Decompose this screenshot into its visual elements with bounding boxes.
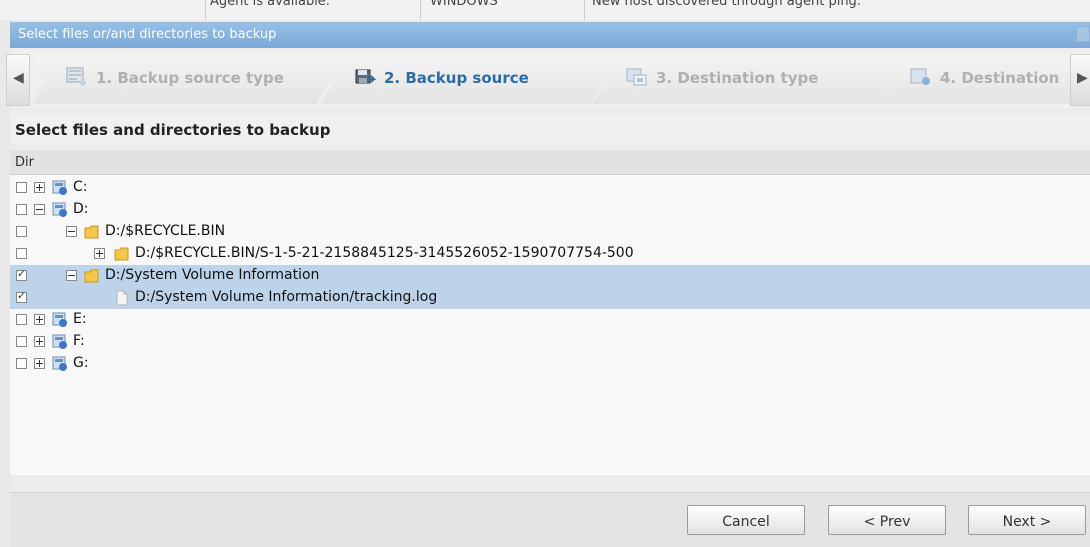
step-destination-type[interactable]: 3. Destination type: [592, 54, 892, 104]
folder-icon: [84, 269, 99, 283]
background-divider: [205, 0, 206, 20]
column-header-dir: Dir: [15, 155, 34, 170]
row-label: D:/System Volume Information: [105, 267, 320, 283]
cancel-button[interactable]: Cancel: [687, 505, 805, 535]
row-checkbox[interactable]: [16, 226, 27, 237]
prev-button[interactable]: < Prev: [828, 505, 946, 535]
backup-wizard-dialog: Select files or/and directories to backu…: [6, 22, 1090, 547]
tree-row-recycle-bin[interactable]: D:/$RECYCLE.BIN: [10, 221, 1090, 243]
folder-icon: [84, 225, 99, 239]
background-divider: [584, 0, 585, 20]
expand-icon[interactable]: [34, 314, 45, 325]
next-button[interactable]: Next >: [968, 505, 1086, 535]
step-label: 1. Backup source type: [96, 69, 284, 87]
row-label: G:: [73, 355, 89, 371]
step-label: 4. Destination: [940, 69, 1060, 87]
destination-icon: [910, 67, 932, 87]
dialog-footer: Cancel < Prev Next >: [10, 492, 1090, 547]
steps-scroll-right-button[interactable]: ▶: [1070, 54, 1090, 106]
row-checkbox[interactable]: [16, 248, 27, 259]
tree-row-g-drive[interactable]: G:: [10, 353, 1090, 375]
drive-icon: [52, 356, 67, 371]
drive-icon: [52, 202, 67, 217]
monitor-icon: [66, 67, 88, 87]
background-cell-os: WINDOWS: [430, 0, 498, 9]
folder-icon: [114, 247, 129, 261]
tree-row-d-drive[interactable]: D:: [10, 199, 1090, 221]
row-checkbox[interactable]: [16, 204, 27, 215]
destination-type-icon: [626, 67, 648, 87]
row-checkbox[interactable]: [16, 358, 27, 369]
tree-row-tracking-log[interactable]: D:/System Volume Information/tracking.lo…: [10, 287, 1090, 309]
drive-icon: [52, 312, 67, 327]
row-checkbox-checked[interactable]: [16, 267, 27, 281]
section-title: Select files and directories to backup: [15, 121, 331, 139]
row-checkbox[interactable]: [16, 182, 27, 193]
chevron-left-icon: ◀: [13, 70, 24, 86]
background-divider: [420, 0, 421, 20]
tree-row-recycle-bin-sid[interactable]: D:/$RECYCLE.BIN/S-1-5-21-2158845125-3145…: [10, 243, 1090, 265]
row-label: D:/$RECYCLE.BIN: [105, 223, 226, 239]
row-label: D:/$RECYCLE.BIN/S-1-5-21-2158845125-3145…: [135, 245, 634, 261]
step-backup-source-type[interactable]: 1. Backup source type: [32, 54, 332, 104]
row-label: F:: [73, 333, 85, 349]
close-icon[interactable]: [1076, 26, 1090, 42]
row-checkbox[interactable]: [16, 336, 27, 347]
step-destination[interactable]: 4. Destination: [876, 54, 1090, 104]
backup-source-icon: [354, 67, 376, 87]
step-backup-source[interactable]: 2. Backup source: [320, 54, 606, 104]
row-label: E:: [73, 311, 87, 327]
background-cell-status: Agent is available.: [210, 0, 330, 9]
collapse-icon[interactable]: [66, 226, 77, 237]
drive-icon: [52, 334, 67, 349]
background-cell-message: New host discovered through agent ping.: [592, 0, 861, 9]
step-label: 3. Destination type: [656, 69, 819, 87]
steps-scroll-left-button[interactable]: ◀: [6, 54, 30, 106]
row-checkbox[interactable]: [16, 314, 27, 325]
drive-icon: [52, 180, 67, 195]
expand-icon[interactable]: [34, 336, 45, 347]
background-window-strip: Agent is available. WINDOWS New host dis…: [0, 0, 1090, 20]
dialog-title: Select files or/and directories to backu…: [18, 27, 277, 42]
row-checkbox-checked[interactable]: [16, 289, 27, 303]
tree-row-c-drive[interactable]: C:: [10, 177, 1090, 199]
wizard-steps: ◀ 1. Backup source type 2. Backup source: [6, 50, 1090, 108]
tree-row-f-drive[interactable]: F:: [10, 331, 1090, 353]
section-title-bar: Select files and directories to backup: [10, 114, 1090, 144]
chevron-right-icon: ▶: [1077, 70, 1088, 86]
expand-icon[interactable]: [34, 182, 45, 193]
expand-icon[interactable]: [34, 358, 45, 369]
step-label: 2. Backup source: [384, 69, 529, 87]
expand-icon[interactable]: [94, 248, 105, 259]
collapse-icon[interactable]: [66, 270, 77, 281]
directory-tree: C: D: D:/$RECYCLE.BIN D:/$RECYCLE.BIN/S-…: [10, 175, 1090, 475]
row-label: D:: [73, 201, 89, 217]
tree-row-system-volume-information[interactable]: D:/System Volume Information: [10, 265, 1090, 287]
file-icon: [116, 290, 128, 306]
row-label: D:/System Volume Information/tracking.lo…: [135, 289, 438, 305]
tree-row-e-drive[interactable]: E:: [10, 309, 1090, 331]
collapse-icon[interactable]: [34, 204, 45, 215]
tree-column-header[interactable]: Dir: [10, 150, 1090, 175]
dialog-titlebar: Select files or/and directories to backu…: [10, 22, 1090, 48]
row-label: C:: [73, 179, 88, 195]
